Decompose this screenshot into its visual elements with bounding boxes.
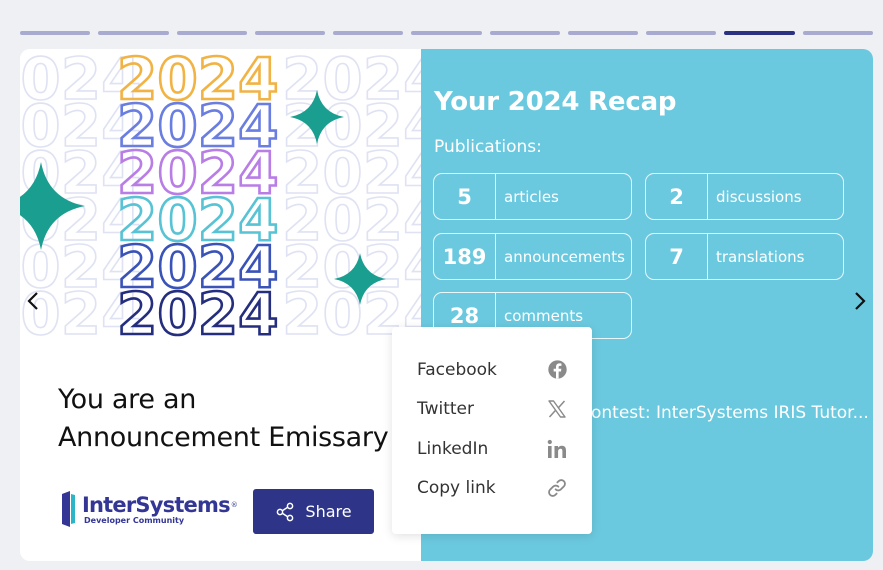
x-twitter-icon	[546, 398, 568, 420]
share-button[interactable]: Share	[253, 489, 374, 534]
share-facebook-item[interactable]: Facebook	[392, 350, 592, 390]
progress-segment	[20, 31, 91, 35]
menu-item-label: Facebook	[417, 359, 497, 380]
progress-segment	[489, 31, 560, 35]
stat-articles: 5 articles	[433, 173, 632, 220]
badge-headline: You are an Announcement Emissary	[58, 381, 389, 457]
progress-segment	[567, 31, 639, 35]
recap-title: Your 2024 Recap	[434, 87, 677, 117]
stat-value: 189	[434, 234, 496, 279]
progress-segment	[646, 31, 717, 35]
stat-label: announcements	[504, 247, 625, 266]
year-2024-artwork: 2024202420242024202420242024202420242024…	[20, 49, 421, 349]
progress-segment	[98, 31, 169, 35]
copy-link-item[interactable]: Copy link	[392, 469, 592, 509]
chevron-left-icon	[27, 292, 38, 310]
story-progress-bar	[20, 31, 873, 36]
stat-value: 2	[646, 174, 708, 219]
intersystems-logo-mark-icon	[62, 491, 75, 527]
facebook-icon	[546, 359, 568, 381]
progress-segment	[802, 31, 873, 35]
stat-value: 7	[646, 234, 708, 279]
logo-brand-text: InterSystems®	[82, 493, 238, 517]
progress-segment	[724, 31, 795, 35]
share-twitter-item[interactable]: Twitter	[392, 390, 592, 430]
progress-segment	[176, 31, 247, 35]
next-slide-button[interactable]	[850, 289, 870, 313]
progress-segment	[333, 31, 404, 35]
progress-segment	[254, 31, 326, 35]
recap-left-panel: 2024202420242024202420242024202420242024…	[20, 49, 421, 561]
link-icon	[546, 477, 568, 499]
headline-line-2: Announcement Emissary	[58, 422, 389, 453]
logo-sub-text: Developer Community	[84, 516, 185, 525]
stat-discussions: 2 discussions	[645, 173, 844, 220]
progress-segment	[411, 31, 482, 35]
publications-label: Publications:	[434, 137, 542, 157]
headline-line-1: You are an	[58, 384, 197, 415]
previous-slide-button[interactable]	[23, 289, 43, 313]
stat-label: translations	[716, 247, 805, 266]
menu-item-label: LinkedIn	[417, 438, 489, 459]
contest-link[interactable]: ontest: InterSystems IRIS Tutor...	[591, 403, 869, 423]
share-icon	[277, 502, 294, 521]
intersystems-logo: InterSystems® Developer Community	[60, 490, 238, 528]
menu-item-label: Copy link	[417, 478, 496, 499]
menu-item-label: Twitter	[417, 399, 474, 420]
year-text-row: 2024	[117, 280, 278, 348]
stat-label: articles	[504, 187, 559, 206]
chevron-right-icon	[855, 292, 866, 310]
stat-translations: 7 translations	[645, 233, 844, 280]
share-button-label: Share	[305, 502, 352, 521]
stat-announcements: 189 announcements	[433, 233, 632, 280]
stat-value: 5	[434, 174, 496, 219]
share-linkedin-item[interactable]: LinkedIn	[392, 429, 592, 469]
stat-label: comments	[504, 306, 584, 325]
linkedin-icon	[546, 438, 568, 460]
share-menu: Facebook Twitter LinkedIn Copy link	[392, 327, 592, 534]
stat-label: discussions	[716, 187, 802, 206]
